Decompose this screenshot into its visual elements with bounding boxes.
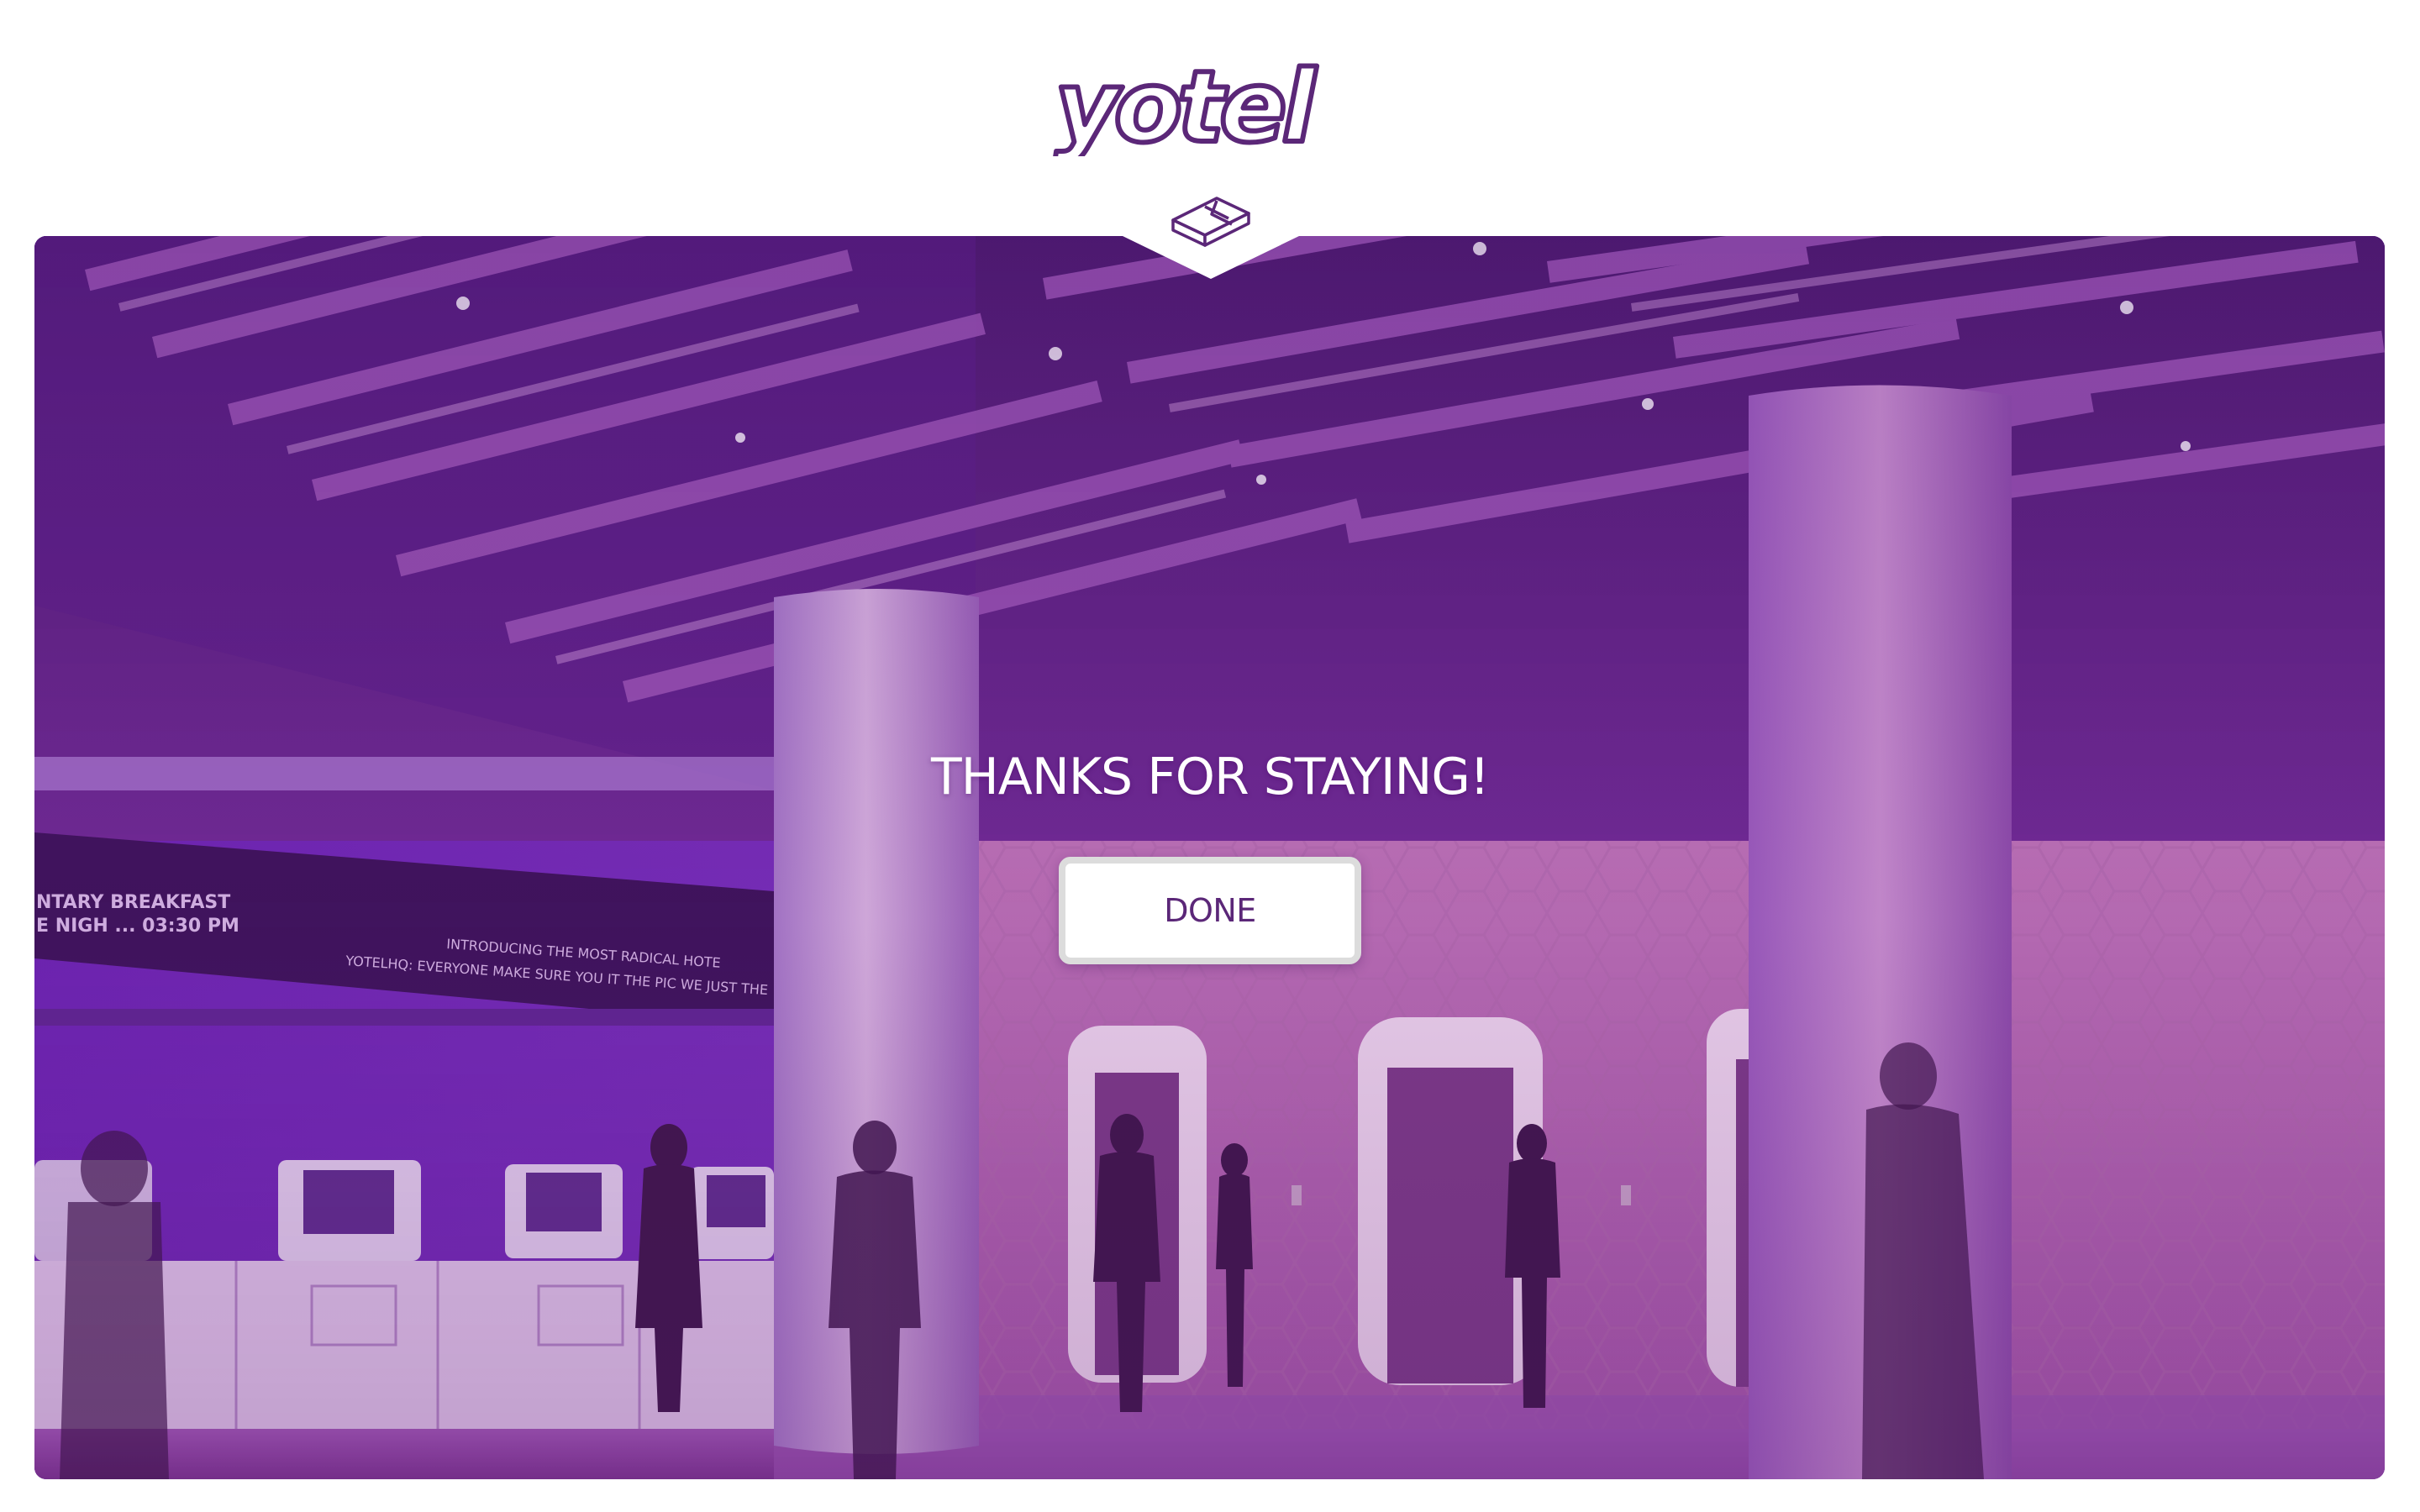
yotel-logo: yotel <box>1052 59 1324 156</box>
checkout-complete-page: yotel NTARY BREAKFAST E NIGH ... 03:30 P… <box>0 0 2420 1512</box>
svg-text:NTARY BREAKFAST: NTARY BREAKFAST <box>36 892 230 913</box>
svg-text:yotel: yotel <box>1055 59 1317 156</box>
done-button[interactable]: DONE <box>1059 857 1361 964</box>
room-key-icon <box>1171 197 1250 247</box>
svg-text:E NIGH ... 03:30 PM: E NIGH ... 03:30 PM <box>36 916 239 937</box>
page-title: THANKS FOR STAYING! <box>931 748 1490 806</box>
